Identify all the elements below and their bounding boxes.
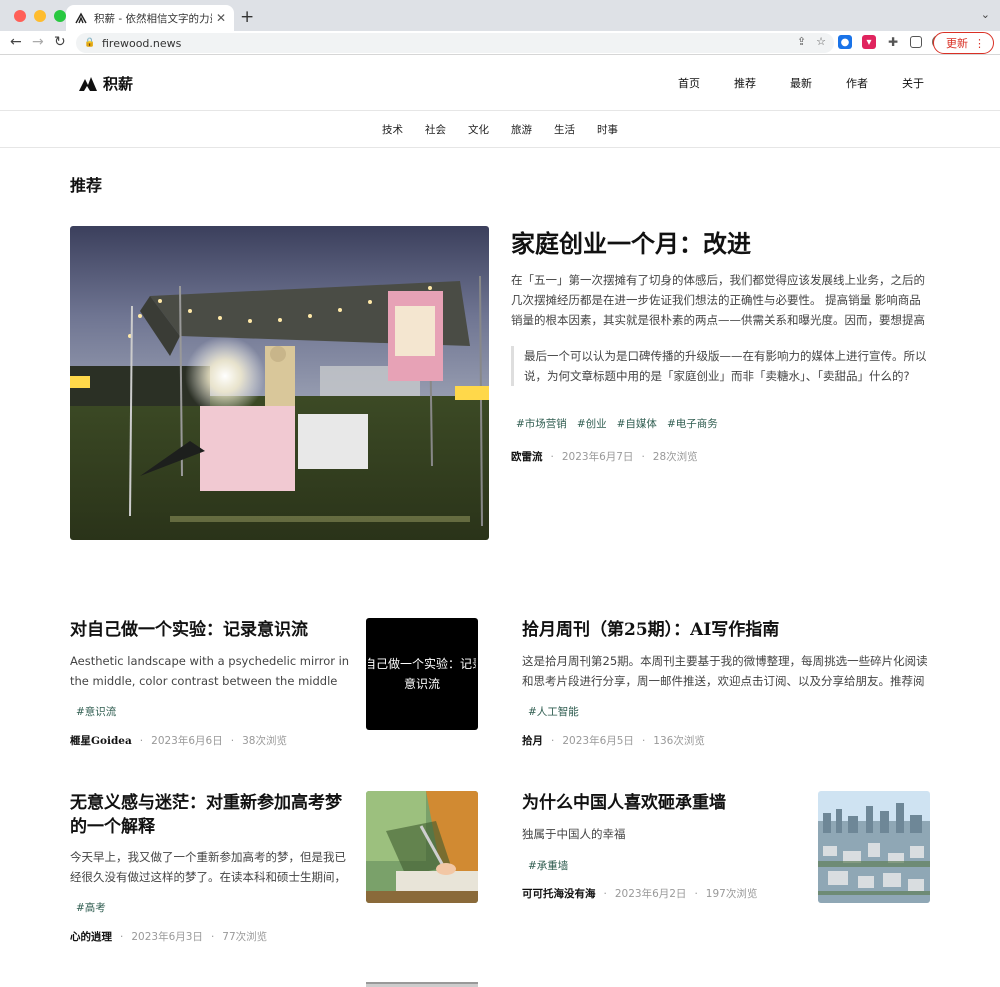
- tag[interactable]: #承重墙: [528, 858, 568, 873]
- tab-close-icon[interactable]: ✕: [216, 11, 226, 25]
- sidebar-icon[interactable]: [910, 36, 922, 48]
- featured-tags: #市场营销 #创业 #自媒体 #电子商务: [516, 416, 718, 431]
- author-name[interactable]: 榧星Goidea: [70, 733, 132, 748]
- view-count: 197次浏览: [705, 888, 758, 900]
- main-nav: 首页 推荐 最新 作者 关于: [678, 75, 924, 91]
- article-thumbnail[interactable]: 自己做一个实验：记录 意识流: [366, 618, 478, 730]
- nav-latest[interactable]: 最新: [790, 75, 812, 91]
- more-menu-icon: ⋮: [974, 36, 985, 50]
- category-nav: 技术 社会 文化 旅游 生活 时事: [0, 111, 1000, 148]
- back-icon[interactable]: ←: [10, 34, 22, 50]
- article-excerpt: Aesthetic landscape with a psychedelic m…: [70, 654, 350, 688]
- tab-title: 积薪 - 依然相信文字的力量: [94, 12, 212, 25]
- article-title[interactable]: 无意义感与迷茫：对重新参加高考梦的一个解释: [70, 791, 355, 839]
- article-excerpt: 这是拾月周刊第25期。本周刊主要基于我的微博整理，每周挑选一些碎片化阅读和思考片…: [522, 654, 928, 688]
- publish-date: 2023年6月3日: [131, 931, 203, 943]
- zoom-window-button[interactable]: [54, 10, 66, 22]
- forward-icon[interactable]: →: [32, 34, 44, 50]
- tag[interactable]: #意识流: [76, 704, 116, 719]
- article-title[interactable]: 拾月周刊（第25期）：AI写作指南: [522, 618, 812, 642]
- next-article-thumbnail[interactable]: [366, 982, 478, 987]
- site-favicon-icon: [74, 11, 88, 25]
- window-controls: [14, 10, 66, 22]
- author-name[interactable]: 心的逍理: [70, 929, 112, 944]
- article-title[interactable]: 为什么中国人喜欢砸承重墙: [522, 791, 802, 815]
- pocket-icon[interactable]: ▾: [862, 35, 876, 49]
- update-button[interactable]: 更新 ⋮: [933, 32, 994, 54]
- publish-date: 2023年6月5日: [562, 735, 634, 747]
- site-header: 积薪 首页 推荐 最新 作者 关于: [0, 55, 1000, 111]
- section-title: 推荐: [70, 176, 103, 195]
- new-tab-icon[interactable]: +: [240, 7, 254, 27]
- tag[interactable]: #高考: [76, 900, 106, 915]
- view-count: 136次浏览: [653, 735, 705, 747]
- tag[interactable]: #电子商务: [667, 416, 718, 431]
- category-tech[interactable]: 技术: [382, 122, 403, 137]
- publish-date: 2023年6月7日: [561, 451, 634, 463]
- tab-list-chevron-icon[interactable]: ⌄: [981, 8, 990, 21]
- tag[interactable]: #自媒体: [617, 416, 657, 431]
- tag[interactable]: #人工智能: [528, 704, 579, 719]
- article-meta: 可可托海没有海 · 2023年6月2日 · 197次浏览: [522, 886, 758, 901]
- article-thumbnail[interactable]: [366, 791, 478, 903]
- extensions-puzzle-icon[interactable]: ✚: [886, 35, 900, 49]
- browser-tab[interactable]: 积薪 - 依然相信文字的力量 ✕: [66, 5, 234, 31]
- category-culture[interactable]: 文化: [468, 122, 489, 137]
- publish-date: 2023年6月6日: [151, 735, 223, 747]
- author-name[interactable]: 拾月: [522, 733, 543, 748]
- nav-home[interactable]: 首页: [678, 75, 700, 91]
- author-name[interactable]: 可可托海没有海: [522, 886, 596, 901]
- lock-icon: 🔒: [84, 38, 96, 48]
- article-excerpt: 今天早上，我又做了一个重新参加高考的梦，但是我已经很久没有做过这样的梦了。在读本…: [70, 850, 346, 884]
- nav-about[interactable]: 关于: [902, 75, 924, 91]
- tag[interactable]: #创业: [577, 416, 607, 431]
- category-news[interactable]: 时事: [597, 122, 618, 137]
- featured-article-title[interactable]: 家庭创业一个月：改进: [511, 224, 751, 259]
- category-travel[interactable]: 旅游: [511, 122, 532, 137]
- view-count: 38次浏览: [242, 735, 287, 747]
- tag[interactable]: #市场营销: [516, 416, 567, 431]
- publish-date: 2023年6月2日: [614, 888, 687, 900]
- featured-article-image[interactable]: [70, 226, 489, 540]
- article-meta: 榧星Goidea · 2023年6月6日 · 38次浏览: [70, 733, 287, 748]
- article-thumbnail[interactable]: [818, 791, 930, 903]
- article-excerpt: 独属于中国人的幸福: [522, 827, 626, 841]
- browser-chrome: 积薪 - 依然相信文字的力量 ✕ + ⌄ ← → ↻ 🔒 firewood.ne…: [0, 0, 1000, 55]
- minimize-window-button[interactable]: [34, 10, 46, 22]
- featured-article-quote: 最后一个可以认为是口碑传播的升级版——在有影响力的媒体上进行宣传。所以说，为何文…: [511, 346, 931, 386]
- reload-icon[interactable]: ↻: [54, 34, 66, 50]
- bookmark-star-icon[interactable]: ☆: [816, 35, 826, 48]
- category-society[interactable]: 社会: [425, 122, 446, 137]
- url-text: firewood.news: [102, 36, 182, 50]
- view-count: 77次浏览: [222, 931, 268, 943]
- logo-text: 积薪: [103, 75, 134, 93]
- share-icon[interactable]: ⇪: [797, 35, 806, 48]
- view-count: 28次浏览: [652, 451, 698, 463]
- browser-toolbar: ← → ↻ 🔒 firewood.news ⇪ ☆ ● ▾ ✚ 更新 ⋮: [0, 31, 1000, 55]
- featured-meta: 欧雷流 · 2023年6月7日 · 28次浏览: [511, 449, 698, 464]
- article-meta: 拾月 · 2023年6月5日 · 136次浏览: [522, 733, 705, 748]
- nav-authors[interactable]: 作者: [846, 75, 868, 91]
- article-title[interactable]: 对自己做一个实验：记录意识流: [70, 618, 355, 642]
- extension-blue-icon[interactable]: ●: [838, 35, 852, 49]
- category-life[interactable]: 生活: [554, 122, 575, 137]
- author-name[interactable]: 欧雷流: [511, 449, 543, 464]
- featured-article-excerpt: 在「五一」第一次摆摊有了切身的体感后，我们都觉得应该发展线上业务，之后的几次摆摊…: [511, 273, 925, 327]
- address-bar[interactable]: 🔒 firewood.news ⇪ ☆: [76, 33, 834, 53]
- close-window-button[interactable]: [14, 10, 26, 22]
- site-logo[interactable]: 积薪: [78, 73, 133, 94]
- article-meta: 心的逍理 · 2023年6月3日 · 77次浏览: [70, 929, 268, 944]
- nav-recommended[interactable]: 推荐: [734, 75, 756, 91]
- firewood-logo-icon: [79, 76, 97, 91]
